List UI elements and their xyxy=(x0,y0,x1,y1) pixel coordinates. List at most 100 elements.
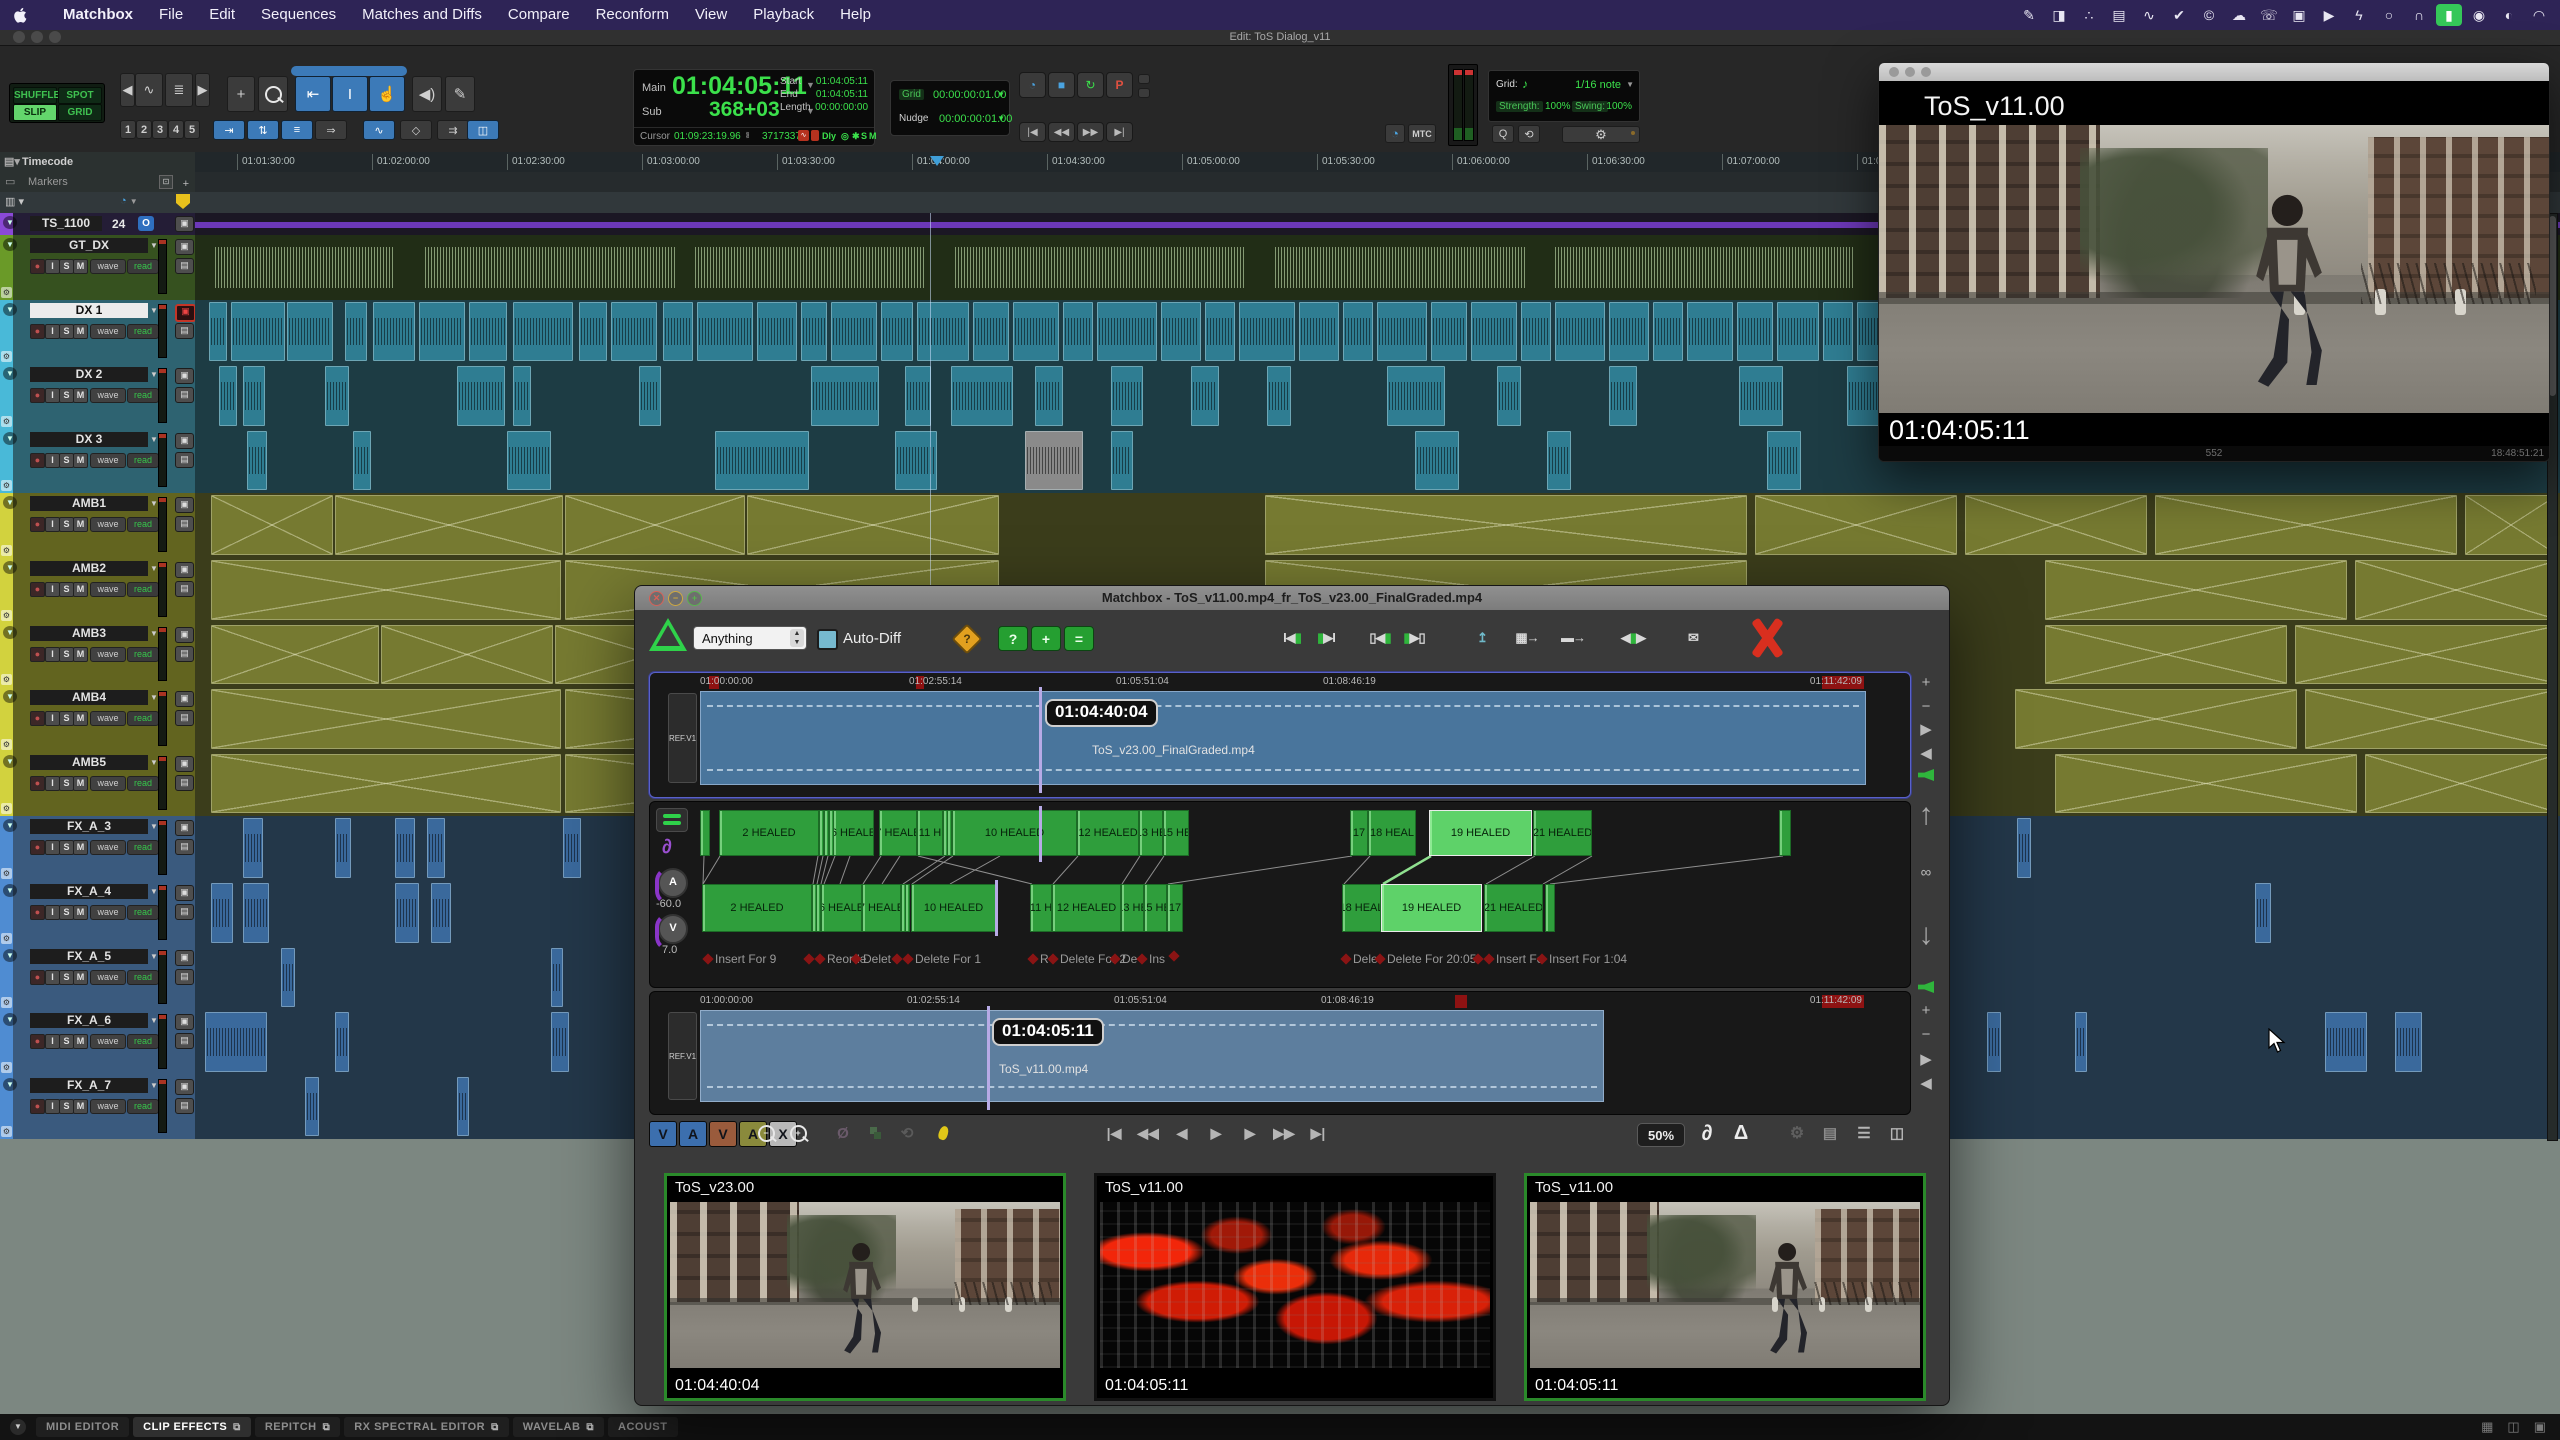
zoom-percent-button[interactable]: 50% xyxy=(1637,1123,1685,1147)
track-header-fx-a-5[interactable]: ▼FX_A_5▼●ISMwaveread▣▤⚙ xyxy=(0,946,195,1012)
comments-button[interactable]: ▤ xyxy=(175,258,194,274)
end-value[interactable]: 01:04:05:11 xyxy=(816,89,868,100)
track-settings-icon[interactable]: ⚙ xyxy=(1,933,12,944)
audio-clip[interactable] xyxy=(353,431,371,491)
record-status-icon[interactable]: ◉ xyxy=(2466,4,2492,26)
track-name-dropdown-icon[interactable]: ▼ xyxy=(150,629,158,638)
audio-clip[interactable] xyxy=(747,495,999,555)
length-value[interactable]: 00:00:00:00 xyxy=(815,102,868,113)
edit-operation-label[interactable] xyxy=(1170,952,1181,960)
audio-clip[interactable] xyxy=(1755,495,1957,555)
zoom-left-icon[interactable]: ◀ xyxy=(120,73,135,107)
grid-value-label[interactable]: Grid xyxy=(899,89,924,100)
prev-button[interactable]: ◀ xyxy=(1167,1121,1197,1145)
output-window-button[interactable]: ▣ xyxy=(175,756,194,772)
video-close-icon[interactable] xyxy=(1889,67,1899,77)
track-name-dropdown-icon[interactable]: ▼ xyxy=(150,499,158,508)
record-enable-button[interactable]: ● xyxy=(30,1034,45,1049)
audio-clip[interactable] xyxy=(663,302,693,362)
track-view-selector[interactable]: wave xyxy=(90,647,126,662)
start-value[interactable]: 01:04:05:11 xyxy=(816,76,868,87)
healed-segment-bottom[interactable]: 11 H xyxy=(1030,884,1052,932)
nudge-value-label[interactable]: Nudge xyxy=(899,113,928,124)
comments-button[interactable]: ▤ xyxy=(175,452,194,468)
matchbox-minimize-icon[interactable]: − xyxy=(668,591,683,606)
stop-button[interactable]: ■ xyxy=(1048,72,1075,98)
zoom-in-button[interactable]: + xyxy=(785,1121,811,1145)
track-settings-icon[interactable]: ⚙ xyxy=(1,610,12,621)
output-window-button[interactable]: ▣ xyxy=(175,433,194,449)
audio-clip[interactable] xyxy=(305,1077,319,1137)
track-name[interactable]: AMB1 xyxy=(30,496,148,511)
input-quantize-button[interactable]: ⟲ xyxy=(1518,125,1540,143)
edit-operation-label[interactable]: Delete For 20:05 xyxy=(1376,952,1476,966)
track-i-button[interactable]: I xyxy=(45,388,60,403)
audio-clip[interactable] xyxy=(211,495,333,555)
track-name-dropdown-icon[interactable]: ▼ xyxy=(150,435,158,444)
markers-ruler-label[interactable]: Markers▭⊡+ xyxy=(0,172,196,193)
tab-midi-editor[interactable]: MIDI EDITOR xyxy=(36,1417,129,1437)
track-view-selector[interactable]: wave xyxy=(90,582,126,597)
output-window-button[interactable]: ▣ xyxy=(175,691,194,707)
track-name[interactable]: FX_A_6 xyxy=(30,1013,148,1028)
track-header-amb1[interactable]: ▼AMB1▼●ISMwaveread▣▤⚙ xyxy=(0,493,195,559)
audio-clip[interactable] xyxy=(1191,366,1219,426)
grid-view-icon[interactable]: ▦ xyxy=(2481,1419,2493,1435)
track-s-button[interactable]: S xyxy=(59,970,74,985)
zoom-toggle-tool[interactable]: + xyxy=(227,76,255,112)
audio-clip[interactable] xyxy=(211,625,379,685)
track-s-button[interactable]: S xyxy=(59,582,74,597)
wave-utility-icon[interactable]: ∿ xyxy=(2136,4,2162,26)
video-clip-block[interactable] xyxy=(700,691,1866,785)
track-disclosure-icon[interactable]: ▼ xyxy=(3,884,17,897)
matches-panel[interactable]: ∂ A -60.0 V 7.0 2 HEALED6 HEALE7 HEALE11… xyxy=(649,801,1911,988)
audio-clip[interactable] xyxy=(2365,754,2557,814)
edit-operation-label[interactable]: Delete For 1 xyxy=(893,952,981,966)
record-enable-button[interactable]: ● xyxy=(30,388,45,403)
audio-clip[interactable] xyxy=(209,302,227,362)
automation-mode-button[interactable]: read xyxy=(127,711,159,726)
audio-clip[interactable] xyxy=(811,366,879,426)
audio-clip[interactable] xyxy=(335,1012,349,1072)
automation-mode-button[interactable]: read xyxy=(127,1099,159,1114)
record-enable-button[interactable]: ● xyxy=(30,582,45,597)
window-switcher-menu-icon[interactable]: ▼ xyxy=(10,1419,26,1435)
shuffle-mode-button[interactable]: SHUFFLE xyxy=(13,87,57,104)
minimize-window-icon[interactable] xyxy=(31,31,43,43)
healed-segment-bottom[interactable] xyxy=(905,884,910,932)
track-header-amb3[interactable]: ▼AMB3▼●ISMwaveread▣▤⚙ xyxy=(0,623,195,689)
align-in-button[interactable]: ▯◀▮ xyxy=(1365,626,1395,649)
panel-ruler[interactable]: 01:00:00:0001:02:55:1401:05:51:0401:08:4… xyxy=(700,995,1864,1008)
tab-repitch[interactable]: REPITCH⧉ xyxy=(255,1417,340,1437)
audio-clip[interactable] xyxy=(1415,431,1459,491)
automation-mode-button[interactable]: read xyxy=(127,324,159,339)
reference-timeline-panel[interactable]: 01:00:00:0001:02:55:1401:05:51:0401:08:4… xyxy=(649,672,1911,798)
musical-grid-dropdown-icon[interactable]: ▼ xyxy=(1626,80,1634,89)
audio-clip[interactable] xyxy=(2395,1012,2422,1072)
close-panel-icon[interactable]: ▣ xyxy=(2534,1419,2546,1435)
audio-clip[interactable] xyxy=(697,302,753,362)
scrubber-tool[interactable]: ◀) xyxy=(412,76,442,112)
automation-mode-button[interactable]: read xyxy=(127,388,159,403)
track-i-button[interactable]: I xyxy=(45,776,60,791)
audio-clip[interactable] xyxy=(211,689,561,749)
cloud-drive-icon[interactable]: ☁ xyxy=(2226,4,2252,26)
audio-clip[interactable] xyxy=(1265,495,1747,555)
healed-segment-bottom[interactable]: 7 HEALE xyxy=(862,884,901,932)
audio-clip[interactable] xyxy=(231,302,285,362)
track-header-dx-3[interactable]: ▼DX 3▼●ISMwaveread▣▤⚙ xyxy=(0,429,195,495)
track-name-dropdown-icon[interactable]: ▼ xyxy=(150,241,158,250)
grid-value[interactable]: 00:00:00:01.00 xyxy=(933,89,1006,101)
track-list-columns-icon[interactable]: ▥ ▾ xyxy=(5,195,24,208)
edit-operation-label[interactable]: Insert For 9 xyxy=(704,952,776,966)
track-toggle-a-1[interactable]: A xyxy=(679,1121,707,1147)
audio-clip[interactable] xyxy=(1823,302,1853,362)
audio-clip[interactable] xyxy=(335,818,351,878)
headphones-icon[interactable]: ∩ xyxy=(2406,4,2432,26)
audio-clip[interactable] xyxy=(1013,302,1059,362)
mute-badge[interactable]: M xyxy=(869,131,877,141)
audio-clip[interactable] xyxy=(2015,689,2297,749)
delay-badge[interactable]: Dly xyxy=(822,131,836,141)
marker-plus-icon[interactable]: + xyxy=(183,174,189,194)
track-s-button[interactable]: S xyxy=(59,711,74,726)
